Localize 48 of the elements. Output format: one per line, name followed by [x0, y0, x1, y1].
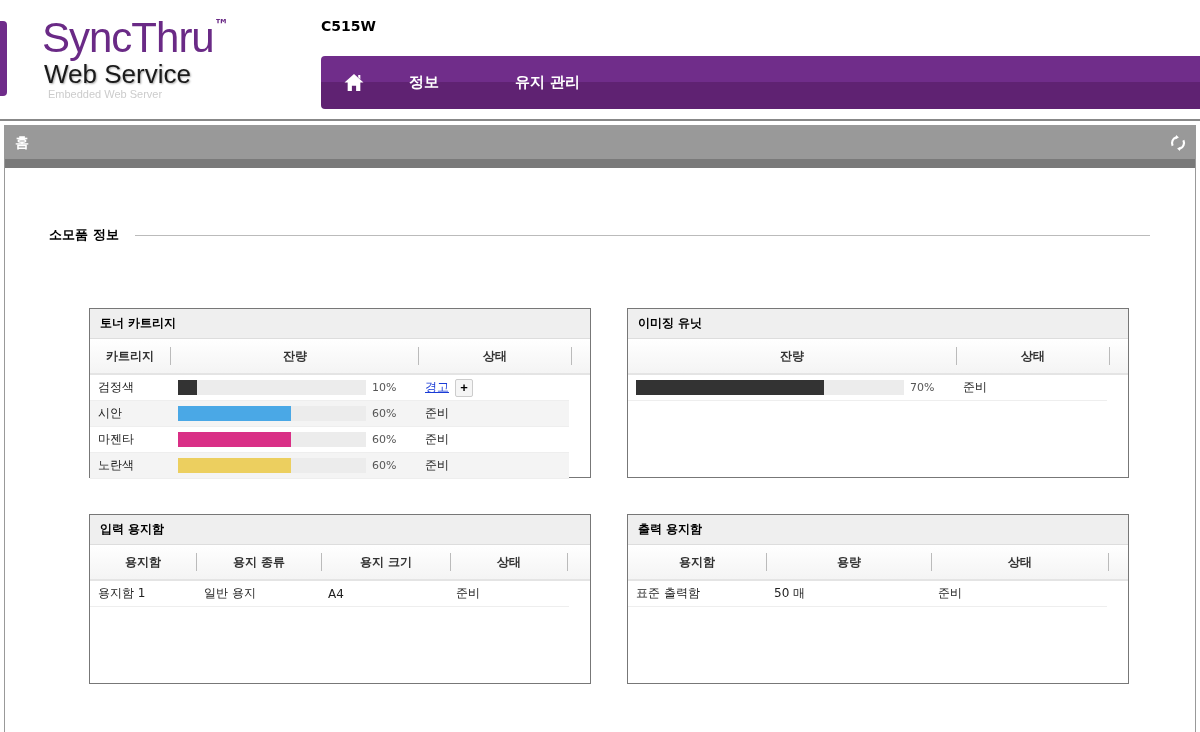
- table-cell: 일반 용지: [204, 585, 256, 602]
- column-header: 상태: [483, 347, 507, 365]
- section-title: 소모품 정보: [49, 226, 119, 244]
- model-name: C515W: [321, 18, 377, 36]
- table-cell: 용지함 1: [98, 585, 146, 602]
- panel-title: 토너 카트리지: [100, 315, 177, 332]
- table-cell: 준비: [456, 585, 480, 602]
- column-header: 상태: [1021, 347, 1045, 365]
- page-title: 홈: [15, 133, 29, 152]
- table-cell: 준비: [963, 379, 988, 396]
- logo-subtitle: Web Service: [44, 60, 191, 88]
- home-icon[interactable]: [343, 73, 365, 92]
- nav-menu-item[interactable]: 유지 관리: [515, 73, 581, 92]
- column-header: 잔량: [780, 347, 804, 365]
- level-reading: 70%: [910, 381, 935, 394]
- logo-title: SyncThru: [42, 16, 214, 60]
- column-header: 상태: [1008, 553, 1032, 571]
- column-header: 용지함: [679, 553, 715, 571]
- table-cell: 준비: [938, 585, 962, 602]
- level-reading: 60%: [372, 433, 397, 446]
- column-header: 용지 크기: [359, 553, 413, 571]
- panel-title: 출력 용지함: [638, 521, 703, 538]
- column-header: 용지 종류: [232, 553, 286, 571]
- trademark-symbol: ™: [213, 16, 229, 34]
- table-cell: 준비: [425, 457, 449, 474]
- panel-title: 입력 용지함: [100, 521, 165, 538]
- nav-menu-item[interactable]: 정보: [409, 73, 439, 92]
- column-header: 용량: [837, 553, 861, 571]
- table-cell: 준비: [425, 431, 449, 448]
- level-reading: 60%: [372, 407, 397, 420]
- column-header: 카트리지: [106, 347, 154, 365]
- panel-title: 이미징 유닛: [638, 315, 703, 332]
- table-cell: A4: [328, 586, 344, 601]
- table-cell: 표준 출력함: [636, 585, 700, 602]
- table-cell: 시안: [98, 405, 122, 422]
- column-header: 상태: [497, 553, 521, 571]
- refresh-icon[interactable]: [1169, 133, 1187, 152]
- warning-link[interactable]: 경고: [425, 379, 449, 396]
- level-reading: 10%: [372, 381, 397, 394]
- table-cell: 50 매: [774, 585, 806, 602]
- table-cell: 마젠타: [98, 431, 134, 448]
- table-cell: 준비: [425, 405, 449, 422]
- column-header: 잔량: [282, 347, 307, 365]
- table-cell: 노란색: [98, 457, 134, 474]
- level-reading: 60%: [372, 459, 397, 472]
- column-header: 용지함: [125, 553, 161, 571]
- table-cell: 검정색: [98, 379, 134, 396]
- expand-button[interactable]: +: [455, 378, 473, 397]
